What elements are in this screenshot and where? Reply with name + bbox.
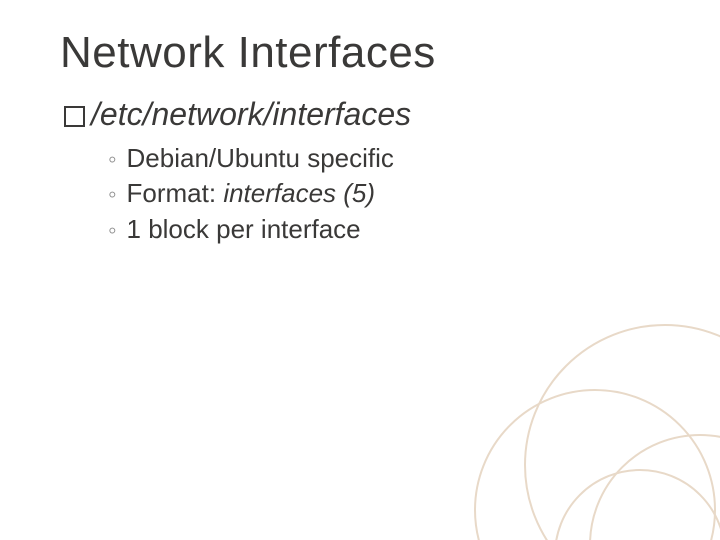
sub-item-block: ◦ 1 block per interface [108, 212, 670, 247]
sub-item-format: ◦ Format: interfaces (5) [108, 176, 670, 211]
ring-bullet-icon: ◦ [108, 179, 117, 211]
ring-bullet-icon: ◦ [108, 215, 117, 247]
sub-text: Format: interfaces (5) [127, 176, 376, 211]
slide-title: Network Interfaces [60, 28, 670, 78]
sub-text-italic: interfaces (5) [223, 178, 375, 208]
bullet-square-icon [64, 106, 85, 127]
sub-text-prefix: Format: [127, 178, 224, 208]
ring-bullet-icon: ◦ [108, 144, 117, 176]
topic-row: /etc/network/interfaces [64, 96, 670, 133]
sub-item-debian: ◦ Debian/Ubuntu specific [108, 141, 670, 176]
sub-text: 1 block per interface [127, 212, 361, 247]
topic-text: /etc/network/interfaces [91, 96, 411, 133]
slide-content: Network Interfaces /etc/network/interfac… [0, 0, 720, 247]
sub-text: Debian/Ubuntu specific [127, 141, 394, 176]
sub-list: ◦ Debian/Ubuntu specific ◦ Format: inter… [108, 141, 670, 247]
